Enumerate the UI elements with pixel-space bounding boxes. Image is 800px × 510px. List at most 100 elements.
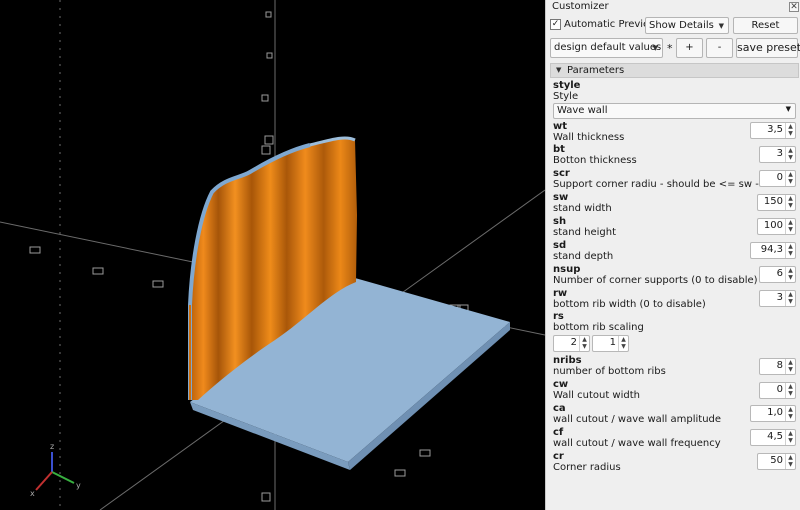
param-desc-ca: wall cutout / wave wall amplitude bbox=[553, 414, 722, 425]
param-name-sw: sw bbox=[553, 192, 569, 203]
show-details-value: Show Details bbox=[649, 20, 714, 31]
param-name-wt: wt bbox=[553, 121, 568, 132]
scr-value: 0 bbox=[776, 172, 783, 183]
param-name-style: style bbox=[553, 80, 581, 91]
param-desc-wt: Wall thickness bbox=[553, 132, 625, 143]
show-details-dropdown[interactable]: Show Details ▼ bbox=[645, 17, 729, 34]
param-desc-rw: bottom rib width (0 to disable) bbox=[553, 299, 706, 310]
preset-dropdown[interactable]: design default values ▼ bbox=[550, 38, 663, 58]
param-name-nsup: nsup bbox=[553, 264, 581, 275]
parameters-section-header[interactable]: ▼ Parameters bbox=[550, 63, 799, 78]
remove-preset-button[interactable]: - bbox=[706, 38, 733, 58]
spin-arrows-icon[interactable]: ▲ ▼ bbox=[785, 383, 795, 398]
param-desc-nsup: Number of corner supports (0 to disable) bbox=[553, 275, 758, 286]
rs-y-value: 1 bbox=[609, 337, 616, 348]
param-desc-sd: stand depth bbox=[553, 251, 614, 262]
bt-value: 3 bbox=[776, 148, 783, 159]
cw-spinbox[interactable]: 0 ▲ ▼ bbox=[759, 382, 796, 399]
chevron-down-icon: ▼ bbox=[785, 105, 791, 113]
cf-value: 4,5 bbox=[767, 431, 783, 442]
automatic-preview-label: Automatic Preview bbox=[564, 19, 658, 30]
customizer-title: Customizer bbox=[552, 1, 609, 12]
spin-arrows-icon[interactable]: ▲ ▼ bbox=[579, 336, 589, 351]
wt-value: 3,5 bbox=[767, 124, 783, 135]
sd-spinbox[interactable]: 94,3 ▲ ▼ bbox=[750, 242, 796, 259]
save-preset-button[interactable]: save preset bbox=[736, 38, 800, 58]
reset-button[interactable]: Reset bbox=[733, 17, 798, 34]
automatic-preview-checkbox[interactable]: ✓ bbox=[550, 19, 561, 30]
spin-arrows-icon[interactable]: ▲ ▼ bbox=[785, 243, 795, 258]
param-name-cr: cr bbox=[553, 451, 564, 462]
close-icon[interactable]: ✕ bbox=[789, 2, 799, 12]
param-desc-cf: wall cutout / wave wall frequency bbox=[553, 438, 721, 449]
nsup-spinbox[interactable]: 6 ▲ ▼ bbox=[759, 266, 796, 283]
ca-spinbox[interactable]: 1,0 ▲ ▼ bbox=[750, 405, 796, 422]
param-desc-scr: Support corner radiu - should be <= sw -… bbox=[553, 179, 775, 190]
spin-arrows-icon[interactable]: ▲ ▼ bbox=[785, 359, 795, 374]
rs-x-spinbox[interactable]: 2 ▲ ▼ bbox=[553, 335, 590, 352]
spin-arrows-icon[interactable]: ▲ ▼ bbox=[785, 454, 795, 469]
collapse-triangle-icon: ▼ bbox=[556, 66, 562, 74]
rw-value: 3 bbox=[776, 292, 783, 303]
nribs-spinbox[interactable]: 8 ▲ ▼ bbox=[759, 358, 796, 375]
axis-y-label: y bbox=[76, 481, 81, 490]
nribs-value: 8 bbox=[776, 360, 783, 371]
rw-spinbox[interactable]: 3 ▲ ▼ bbox=[759, 290, 796, 307]
axis-indicator: z y x bbox=[30, 442, 81, 498]
3d-viewport[interactable]: z y x bbox=[0, 0, 545, 510]
axis-x-label: x bbox=[30, 489, 35, 498]
spin-arrows-icon[interactable]: ▲ ▼ bbox=[618, 336, 628, 351]
param-desc-sw: stand width bbox=[553, 203, 612, 214]
param-desc-style: Style bbox=[553, 91, 579, 102]
unsaved-marker: * bbox=[667, 42, 673, 55]
param-name-rw: rw bbox=[553, 288, 568, 299]
spin-arrows-icon[interactable]: ▲ ▼ bbox=[785, 406, 795, 421]
wt-spinbox[interactable]: 3,5 ▲ ▼ bbox=[750, 122, 796, 139]
spin-arrows-icon[interactable]: ▲ ▼ bbox=[785, 267, 795, 282]
sh-value: 100 bbox=[763, 220, 783, 231]
param-name-scr: scr bbox=[553, 168, 570, 179]
parameters-section-label: Parameters bbox=[567, 65, 625, 76]
rs-x-value: 2 bbox=[570, 337, 577, 348]
param-name-bt: bt bbox=[553, 144, 565, 155]
axis-z-label: z bbox=[50, 442, 54, 451]
chevron-down-icon: ▼ bbox=[718, 22, 724, 30]
param-desc-bt: Botton thickness bbox=[553, 155, 637, 166]
param-name-rs: rs bbox=[553, 311, 564, 322]
param-name-sh: sh bbox=[553, 216, 567, 227]
cf-spinbox[interactable]: 4,5 ▲ ▼ bbox=[750, 429, 796, 446]
chevron-down-icon: ▼ bbox=[652, 44, 658, 52]
cr-spinbox[interactable]: 50 ▲ ▼ bbox=[757, 453, 796, 470]
rs-y-spinbox[interactable]: 1 ▲ ▼ bbox=[592, 335, 629, 352]
param-desc-sh: stand height bbox=[553, 227, 616, 238]
nsup-value: 6 bbox=[776, 268, 783, 279]
param-name-cf: cf bbox=[553, 427, 564, 438]
ca-value: 1,0 bbox=[767, 407, 783, 418]
style-dropdown[interactable]: Wave wall ▼ bbox=[553, 103, 796, 119]
param-desc-rs: bottom rib scaling bbox=[553, 322, 644, 333]
spin-arrows-icon[interactable]: ▲ ▼ bbox=[785, 291, 795, 306]
spin-arrows-icon[interactable]: ▲ ▼ bbox=[785, 219, 795, 234]
style-value: Wave wall bbox=[557, 105, 608, 116]
bt-spinbox[interactable]: 3 ▲ ▼ bbox=[759, 146, 796, 163]
customizer-title-bar: Customizer ✕ bbox=[546, 0, 800, 15]
param-name-ca: ca bbox=[553, 403, 566, 414]
sw-value: 150 bbox=[763, 196, 783, 207]
param-desc-cw: Wall cutout width bbox=[553, 390, 640, 401]
sw-spinbox[interactable]: 150 ▲ ▼ bbox=[757, 194, 796, 211]
scr-spinbox[interactable]: 0 ▲ ▼ bbox=[759, 170, 796, 187]
cw-value: 0 bbox=[776, 384, 783, 395]
param-name-cw: cw bbox=[553, 379, 569, 390]
model-render: z y x bbox=[0, 0, 545, 510]
param-desc-cr: Corner radius bbox=[553, 462, 621, 473]
spin-arrows-icon[interactable]: ▲ ▼ bbox=[785, 147, 795, 162]
spin-arrows-icon[interactable]: ▲ ▼ bbox=[785, 123, 795, 138]
spin-arrows-icon[interactable]: ▲ ▼ bbox=[785, 195, 795, 210]
sh-spinbox[interactable]: 100 ▲ ▼ bbox=[757, 218, 796, 235]
spin-arrows-icon[interactable]: ▲ ▼ bbox=[785, 171, 795, 186]
param-desc-nribs: number of bottom ribs bbox=[553, 366, 666, 377]
add-preset-button[interactable]: + bbox=[676, 38, 703, 58]
param-name-nribs: nribs bbox=[553, 355, 582, 366]
spin-arrows-icon[interactable]: ▲ ▼ bbox=[785, 430, 795, 445]
preset-value: design default values bbox=[554, 42, 662, 53]
